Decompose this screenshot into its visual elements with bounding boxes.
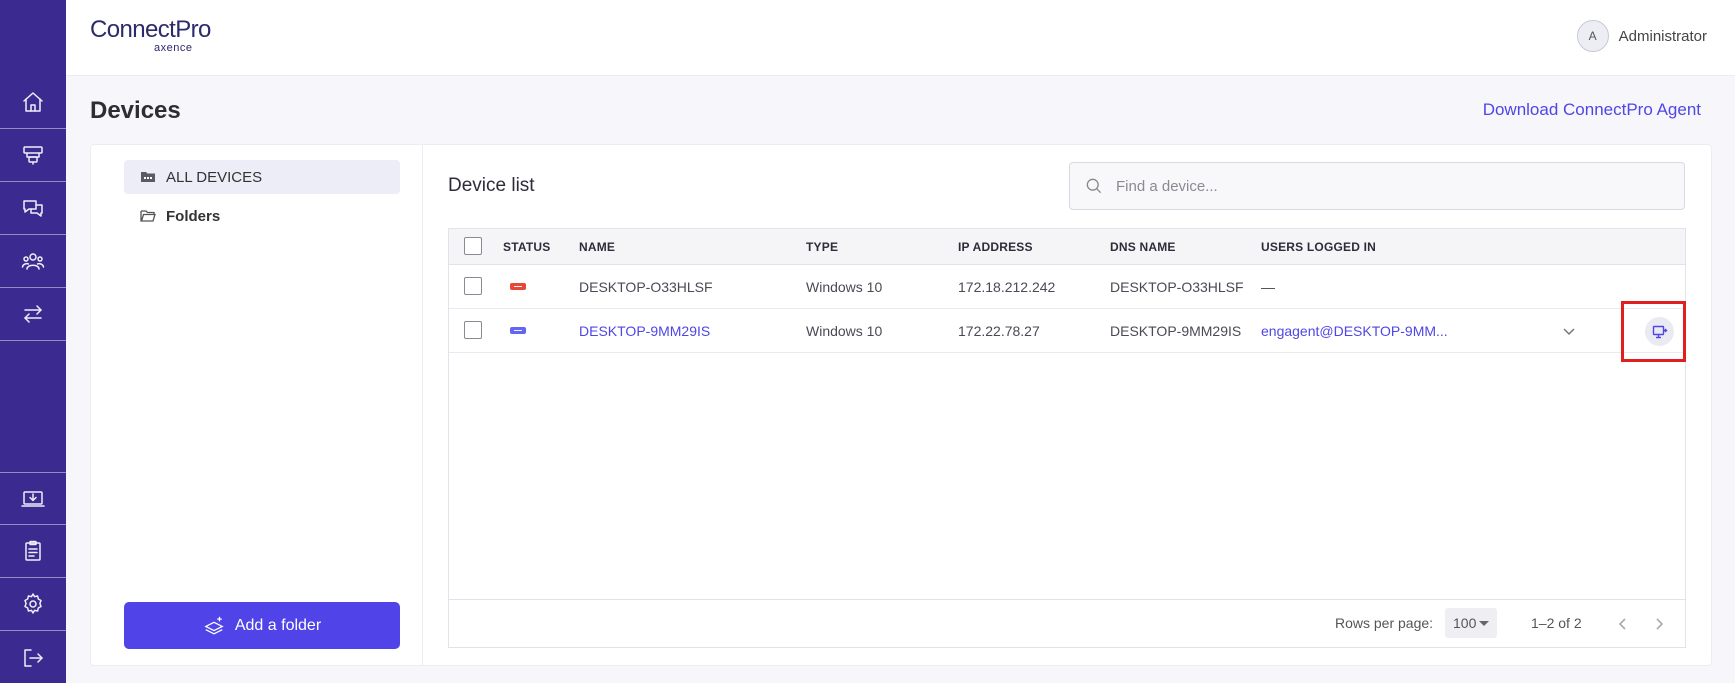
- gear-icon: [24, 593, 42, 614]
- device-type: Windows 10: [806, 279, 883, 295]
- device-list-title: Device list: [448, 175, 535, 196]
- col-ip-address[interactable]: IP ADDRESS: [958, 229, 1033, 265]
- nav-devices[interactable]: [0, 129, 66, 182]
- tree-item-label: ALL DEVICES: [166, 168, 263, 186]
- folder-devices-icon: [141, 172, 155, 182]
- add-folder-label: Add a folder: [234, 616, 322, 634]
- clipboard-icon: [25, 540, 41, 561]
- tree-item-label: Folders: [166, 207, 221, 225]
- select-all-checkbox[interactable]: [464, 237, 482, 255]
- device-ip: 172.22.78.27: [958, 323, 1040, 339]
- avatar: A: [1576, 20, 1609, 52]
- chevron-left-icon: [1618, 618, 1626, 630]
- download-icon: [21, 490, 45, 507]
- top-header: ConnectPro axence A Administrator: [66, 0, 1735, 76]
- device-users: —: [1261, 279, 1275, 295]
- add-layers-icon: [204, 616, 224, 635]
- next-page-button[interactable]: [1647, 612, 1671, 636]
- logout-icon: [24, 648, 43, 667]
- device-dns: DESKTOP-O33HLSF: [1110, 279, 1244, 295]
- device-table: STATUS NAME TYPE IP ADDRESS DNS NAME USE…: [448, 228, 1686, 648]
- status-online-indicator: [510, 327, 526, 334]
- nav-home[interactable]: [0, 76, 66, 129]
- user-name: Administrator: [1618, 27, 1707, 45]
- nav-reports[interactable]: [0, 525, 66, 578]
- users-expand-chevron[interactable]: [1561, 323, 1577, 339]
- devices-icon: [23, 146, 43, 165]
- page-title: Devices: [90, 97, 181, 124]
- chevron-down-icon: [1563, 328, 1575, 336]
- status-offline-indicator: [510, 283, 526, 290]
- caret-down-icon: [1479, 621, 1489, 626]
- col-dns-name[interactable]: DNS NAME: [1110, 229, 1176, 265]
- nav-chat[interactable]: [0, 182, 66, 235]
- device-ip: 172.18.212.242: [958, 279, 1056, 295]
- search-icon: [1086, 178, 1102, 194]
- device-type: Windows 10: [806, 323, 883, 339]
- connectpro-logo[interactable]: ConnectPro axence: [90, 16, 230, 56]
- remote-connect-button[interactable]: [1645, 317, 1674, 346]
- rows-per-page-select[interactable]: 100: [1445, 608, 1497, 638]
- left-nav: [0, 0, 66, 683]
- nav-logout[interactable]: [0, 631, 66, 683]
- device-users[interactable]: engagent@DESKTOP-9MM...: [1261, 309, 1448, 353]
- tree-item-all-devices[interactable]: ALL DEVICES: [124, 160, 400, 194]
- add-folder-button[interactable]: Add a folder: [124, 602, 400, 649]
- devices-card: ALL DEVICES Folders Add a folder Device …: [90, 144, 1712, 666]
- logo-sub-text: axence: [154, 42, 193, 54]
- table-header: STATUS NAME TYPE IP ADDRESS DNS NAME USE…: [449, 229, 1685, 265]
- remote-desktop-icon: [1652, 325, 1667, 338]
- chevron-right-icon: [1656, 618, 1664, 630]
- rows-per-page-value: 100: [1453, 615, 1477, 631]
- device-name[interactable]: DESKTOP-9MM29IS: [579, 309, 710, 353]
- row-checkbox[interactable]: [464, 277, 482, 295]
- tree-item-folders[interactable]: Folders: [124, 199, 400, 233]
- chat-icon: [23, 200, 43, 217]
- pagination-range: 1–2 of 2: [1531, 615, 1582, 631]
- folder-open-icon: [140, 210, 156, 222]
- rows-per-page-label: Rows per page:: [1335, 615, 1434, 631]
- table-row[interactable]: DESKTOP-O33HLSF Windows 10 172.18.212.24…: [449, 265, 1685, 309]
- prev-page-button[interactable]: [1611, 612, 1635, 636]
- transfer-icon: [24, 305, 42, 323]
- users-icon: [21, 253, 45, 270]
- device-name[interactable]: DESKTOP-O33HLSF: [579, 265, 713, 309]
- device-list-panel: Device list STATUS NAME TYPE IP ADDRESS …: [423, 145, 1711, 665]
- col-name[interactable]: NAME: [579, 229, 615, 265]
- table-row[interactable]: DESKTOP-9MM29IS Windows 10 172.22.78.27 …: [449, 309, 1685, 353]
- col-status[interactable]: STATUS: [503, 229, 550, 265]
- row-checkbox[interactable]: [464, 321, 482, 339]
- logo-main-text: ConnectPro: [90, 16, 211, 43]
- folder-tree-panel: ALL DEVICES Folders Add a folder: [91, 145, 423, 665]
- device-search: [1069, 162, 1685, 210]
- nav-download[interactable]: [0, 472, 66, 525]
- user-menu[interactable]: A Administrator: [1576, 20, 1707, 52]
- device-dns: DESKTOP-9MM29IS: [1110, 323, 1242, 339]
- nav-settings[interactable]: [0, 578, 66, 631]
- search-input[interactable]: [1116, 177, 1676, 195]
- col-users-logged-in[interactable]: USERS LOGGED IN: [1261, 229, 1376, 265]
- home-icon: [23, 92, 43, 112]
- col-type[interactable]: TYPE: [806, 229, 838, 265]
- nav-transfer[interactable]: [0, 288, 66, 341]
- table-pagination: Rows per page: 100 1–2 of 2: [449, 599, 1685, 647]
- nav-users[interactable]: [0, 235, 66, 288]
- download-agent-link[interactable]: Download ConnectPro Agent: [1483, 100, 1701, 120]
